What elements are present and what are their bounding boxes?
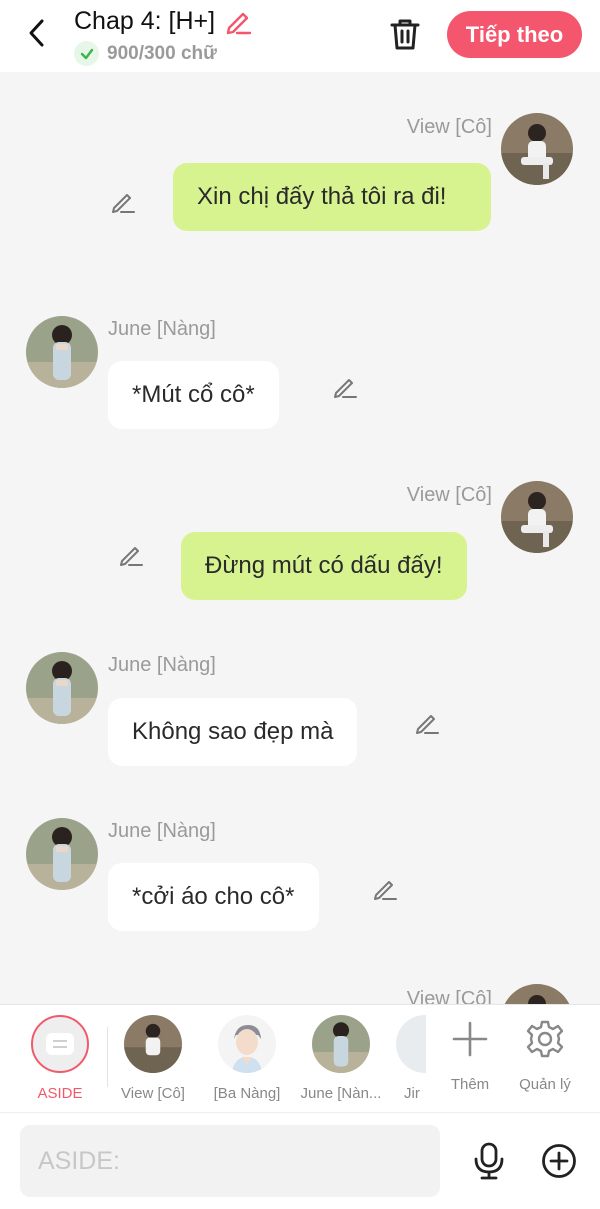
edit-message-button[interactable] bbox=[108, 187, 138, 217]
word-count-row: 900/300 chữ bbox=[74, 41, 217, 66]
pencil-icon bbox=[226, 12, 252, 35]
message-bubble[interactable]: *cởi áo cho cô* bbox=[108, 863, 319, 931]
character-label: View [Cô] bbox=[121, 1085, 185, 1102]
character-aside[interactable]: ASIDE bbox=[15, 1015, 105, 1102]
chat-editor-screen: Chap 4: [H+] 900/300 chữ Tiếp theo View … bbox=[0, 0, 600, 1209]
word-count: 900/300 chữ bbox=[107, 42, 217, 64]
plus-icon bbox=[452, 1021, 488, 1057]
character-label: ASIDE bbox=[37, 1085, 83, 1102]
character-bar: ASIDE View [Cô] [Ba Nàng] June [Nàn... J… bbox=[0, 1004, 600, 1112]
sender-name: June [Nàng] bbox=[108, 318, 216, 340]
message-item: View [Cô] Đừng mút có dấu đấy! bbox=[0, 472, 600, 612]
chat-area[interactable]: View [Cô] Xin chị đấy thả tôi ra đi! Jun… bbox=[0, 72, 600, 1004]
note-icon bbox=[46, 1033, 74, 1055]
title-row: Chap 4: [H+] bbox=[74, 6, 253, 36]
message-bubble[interactable]: Xin chị đấy thả tôi ra đi! bbox=[173, 163, 491, 231]
message-bubble[interactable]: *Mút cổ cô* bbox=[108, 361, 279, 429]
character-june[interactable]: June [Nàn... bbox=[296, 1015, 386, 1102]
tool-label: Thêm bbox=[450, 1076, 490, 1093]
edit-message-button[interactable] bbox=[370, 874, 400, 904]
gear-icon bbox=[526, 1020, 564, 1058]
message-bubble[interactable]: Không sao đẹp mà bbox=[108, 698, 358, 766]
avatar[interactable] bbox=[501, 113, 573, 185]
character-label: Jir bbox=[404, 1085, 420, 1102]
pencil-icon bbox=[334, 379, 357, 398]
character-ba-nang[interactable]: [Ba Nàng] bbox=[202, 1015, 292, 1102]
avatar[interactable] bbox=[501, 984, 573, 1004]
pencil-icon bbox=[416, 715, 439, 734]
edit-message-button[interactable] bbox=[412, 708, 442, 738]
message-input[interactable] bbox=[20, 1125, 440, 1197]
sender-name: June [Nàng] bbox=[108, 820, 216, 842]
sender-name: View [Cô] bbox=[406, 116, 492, 138]
aside-avatar bbox=[31, 1015, 89, 1073]
chevron-left-icon bbox=[29, 19, 44, 47]
character-jir[interactable]: Jir bbox=[396, 1015, 426, 1102]
character-label: [Ba Nàng] bbox=[213, 1085, 281, 1102]
avatar bbox=[312, 1015, 370, 1073]
add-character-button[interactable]: Thêm bbox=[430, 1019, 510, 1093]
manage-button[interactable]: Quản lý bbox=[505, 1019, 585, 1093]
message-item: June [Nàng] Không sao đẹp mà bbox=[0, 648, 600, 778]
avatar bbox=[218, 1015, 276, 1073]
message-item: June [Nàng] *cởi áo cho cô* bbox=[0, 814, 600, 944]
message-item: June [Nàng] *Mút cổ cô* bbox=[0, 312, 600, 442]
input-bar bbox=[0, 1112, 600, 1209]
pencil-icon bbox=[374, 881, 397, 900]
edit-message-button[interactable] bbox=[116, 540, 146, 570]
avatar[interactable] bbox=[26, 316, 98, 388]
trash-icon bbox=[390, 19, 420, 50]
check-icon bbox=[74, 41, 99, 66]
add-attachment-button[interactable] bbox=[540, 1141, 578, 1181]
message-item: View [Cô] bbox=[0, 980, 600, 1004]
edit-message-button[interactable] bbox=[330, 372, 360, 402]
tool-label: Quản lý bbox=[519, 1076, 571, 1093]
avatar[interactable] bbox=[501, 481, 573, 553]
back-button[interactable] bbox=[20, 16, 54, 50]
avatar bbox=[396, 1015, 426, 1073]
avatar bbox=[124, 1015, 182, 1073]
avatar[interactable] bbox=[26, 652, 98, 724]
top-bar: Chap 4: [H+] 900/300 chữ Tiếp theo bbox=[0, 0, 600, 72]
sender-name: View [Cô] bbox=[406, 988, 492, 1004]
edit-title-button[interactable] bbox=[223, 6, 253, 36]
sender-name: June [Nàng] bbox=[108, 654, 216, 676]
pencil-icon bbox=[120, 547, 143, 566]
voice-button[interactable] bbox=[470, 1141, 508, 1181]
pencil-icon bbox=[112, 194, 135, 213]
character-view[interactable]: View [Cô] bbox=[108, 1015, 198, 1102]
message-item: View [Cô] Xin chị đấy thả tôi ra đi! bbox=[0, 72, 600, 272]
plus-circle-icon bbox=[542, 1144, 576, 1178]
sender-name: View [Cô] bbox=[406, 484, 492, 506]
message-bubble[interactable]: Đừng mút có dấu đấy! bbox=[181, 532, 467, 600]
chapter-title: Chap 4: [H+] bbox=[74, 6, 216, 35]
avatar[interactable] bbox=[26, 818, 98, 890]
next-button[interactable]: Tiếp theo bbox=[447, 11, 582, 58]
delete-button[interactable] bbox=[386, 14, 424, 54]
microphone-icon bbox=[474, 1142, 504, 1180]
character-label: June [Nàn... bbox=[300, 1085, 382, 1102]
